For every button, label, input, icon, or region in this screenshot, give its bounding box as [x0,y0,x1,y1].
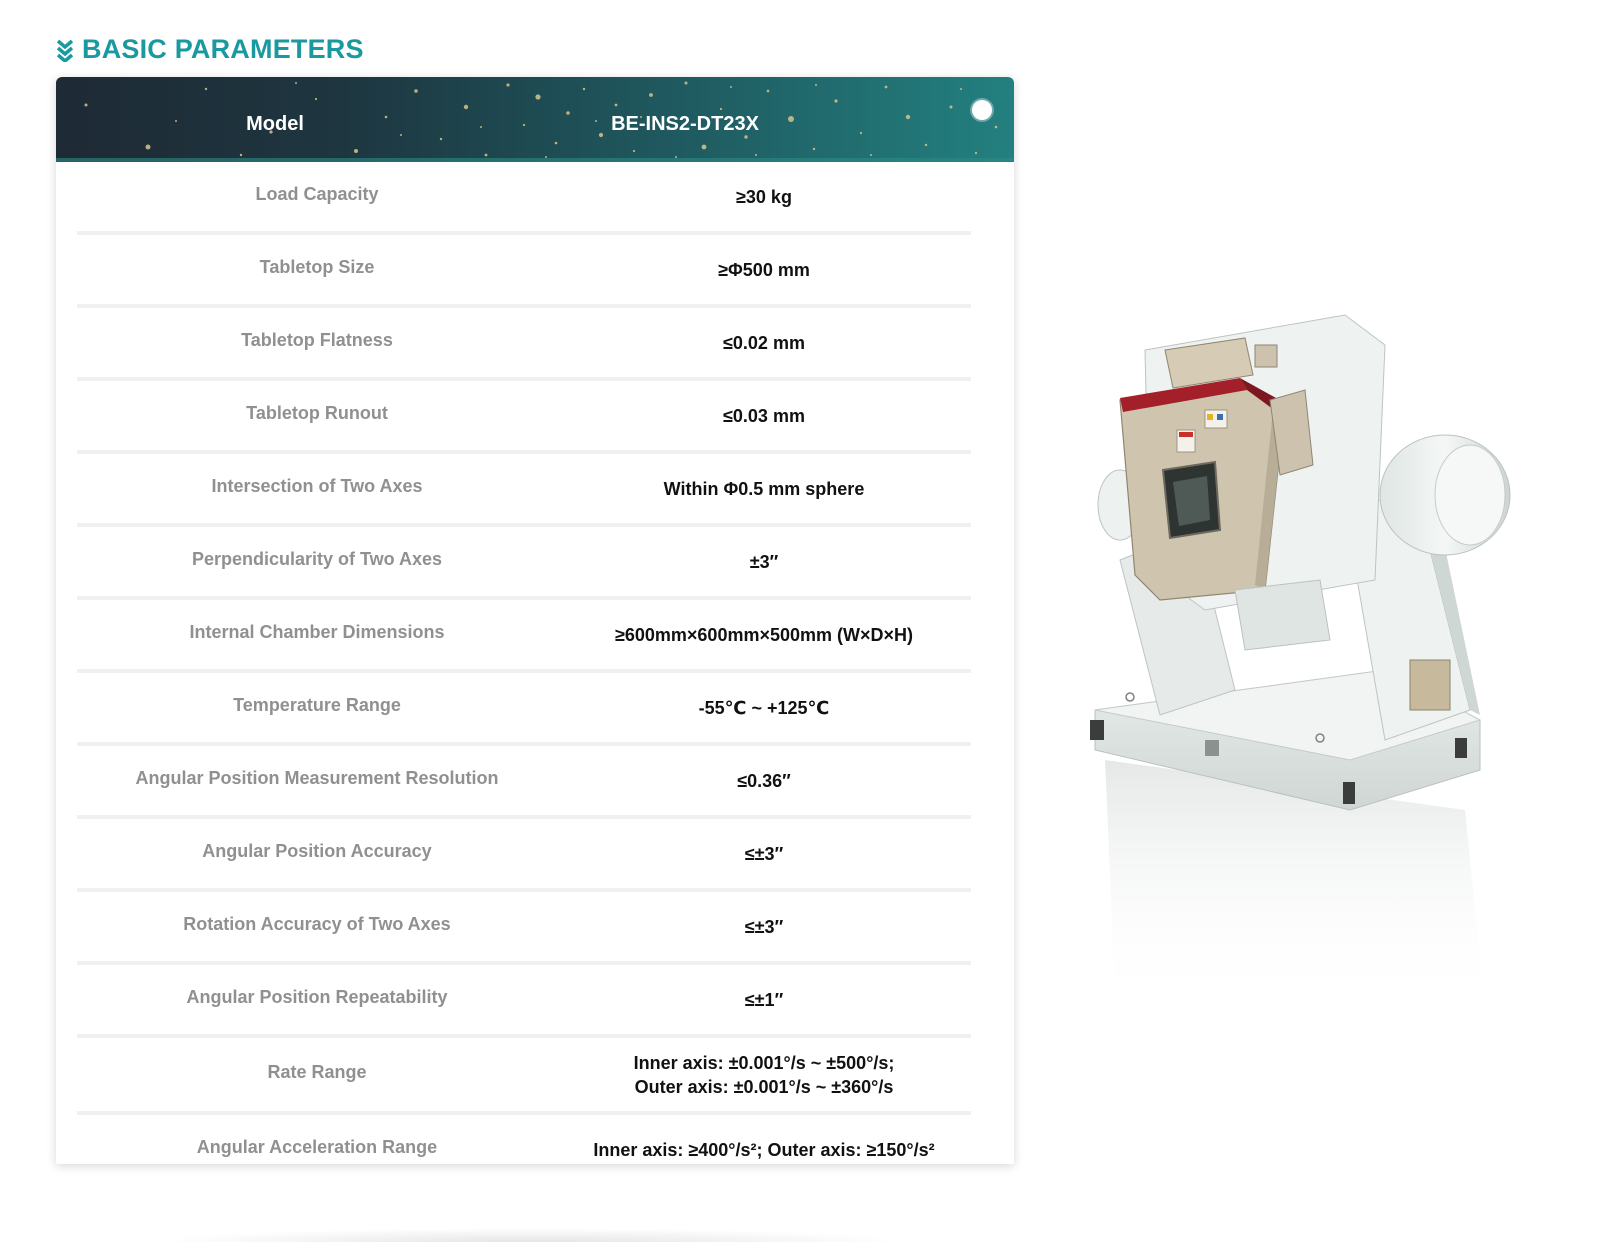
header-model-value: BE-INS2-DT23X [611,113,759,135]
table-row: Angular Position Measurement Resolution … [77,746,971,819]
row-label: Intersection of Two Axes [211,476,423,496]
section-heading: BASIC PARAMETERS [56,34,364,65]
row-label: Angular Position Measurement Resolution [135,768,499,788]
double-chevron-down-icon [56,38,74,62]
table-row: Angular Position Accuracy ≤±3″ [77,819,971,892]
product-image [1090,314,1511,1010]
row-value: ≤0.03 mm [723,405,805,426]
spec-table: Model BE-INS2-DT23X Load Capacity ≥30 kg… [56,77,1014,1164]
row-value: ≤±1″ [744,989,784,1010]
row-label: Angular Position Accuracy [202,841,432,861]
row-value: ≥Φ500 mm [718,259,810,280]
table-row: Tabletop Runout ≤0.03 mm [77,381,971,454]
table-row: Perpendicularity of Two Axes ±3″ [77,527,971,600]
row-value: Inner axis: ±0.001°/s ~ ±500°/s; Outer a… [633,1052,895,1097]
row-value: ≥30 kg [736,186,792,207]
row-value: -55℃ ~ +125℃ [698,697,830,718]
row-label: Angular Acceleration Range [196,1137,438,1157]
row-label: Temperature Range [233,695,401,715]
row-label: Tabletop Size [259,257,375,277]
section-title: BASIC PARAMETERS [82,34,364,64]
table-row: Angular Acceleration Range Inner axis: ≥… [77,1115,971,1184]
table-row: Tabletop Size ≥Φ500 mm [77,235,971,308]
footer-shadow [150,1228,910,1242]
spec-table-header: Model BE-INS2-DT23X [56,77,1014,162]
row-value: ≤±3″ [744,916,784,937]
row-value: ≥600mm×600mm×500mm (W×D×H) [614,624,914,645]
row-label: Rate Range [267,1062,367,1082]
table-row: Rotation Accuracy of Two Axes ≤±3″ [77,892,971,965]
table-row: Load Capacity ≥30 kg [77,162,971,235]
row-label: Internal Chamber Dimensions [189,622,445,642]
row-label: Perpendicularity of Two Axes [191,549,443,569]
row-value: ±3″ [749,551,779,572]
table-row: Tabletop Flatness ≤0.02 mm [77,308,971,381]
row-label: Rotation Accuracy of Two Axes [183,914,451,934]
table-row: Angular Position Repeatability ≤±1″ [77,965,971,1038]
row-label: Tabletop Flatness [241,330,393,350]
row-value: Within Φ0.5 mm sphere [663,478,865,499]
row-label: Tabletop Runout [246,403,388,423]
row-label: Load Capacity [255,184,379,204]
row-label: Angular Position Repeatability [186,987,448,1007]
table-row: Temperature Range -55℃ ~ +125℃ [77,673,971,746]
row-value: ≤±3″ [744,843,784,864]
row-value: ≤0.02 mm [723,332,805,353]
header-dot-icon [972,100,992,120]
spec-rows: Load Capacity ≥30 kg Tabletop Size ≥Φ500… [77,162,971,1184]
table-row: Rate Range Inner axis: ±0.001°/s ~ ±500°… [77,1038,971,1115]
table-row: Internal Chamber Dimensions ≥600mm×600mm… [77,600,971,673]
row-value: ≤0.36″ [737,770,791,791]
table-row: Intersection of Two Axes Within Φ0.5 mm … [77,454,971,527]
header-model-label: Model [246,113,304,135]
row-value: Inner axis: ≥400°/s²; Outer axis: ≥150°/… [593,1139,935,1160]
